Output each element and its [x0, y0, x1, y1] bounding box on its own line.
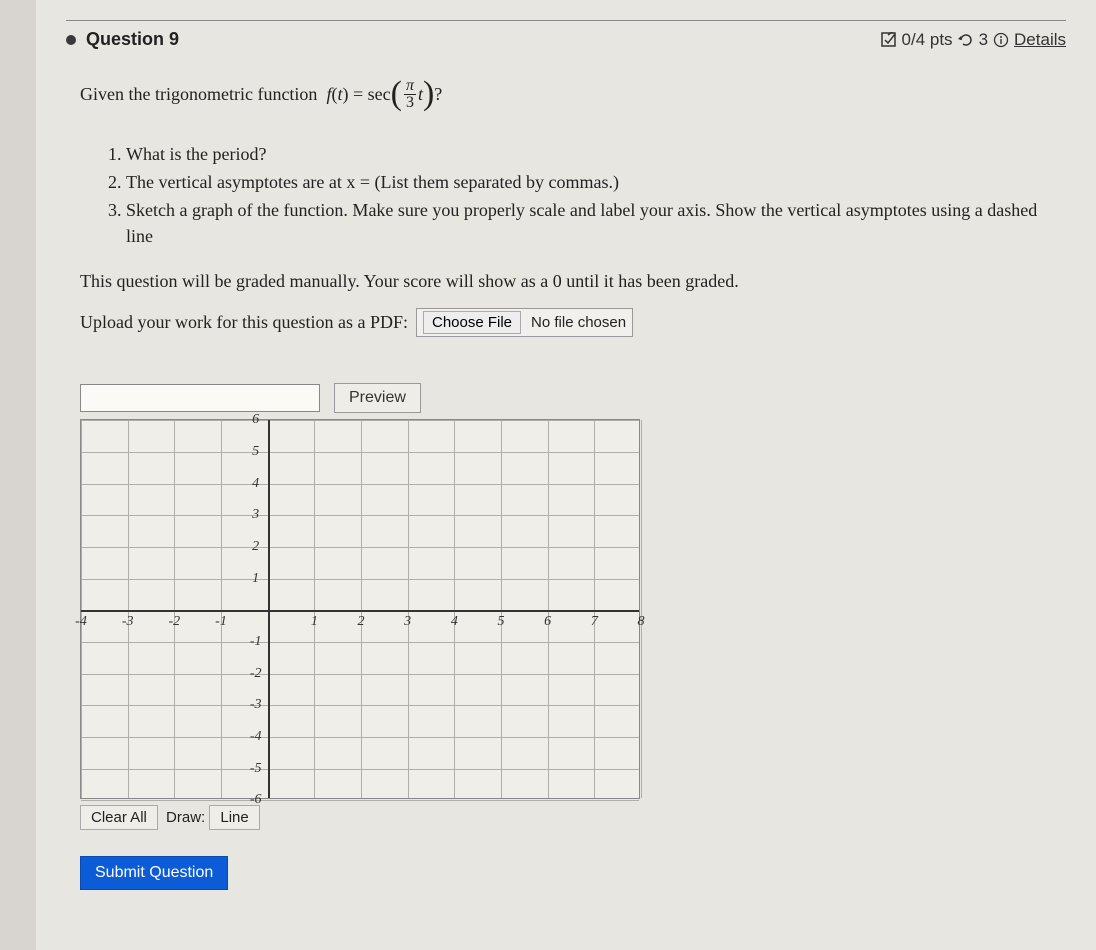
grid-line: [81, 547, 639, 548]
grid-line: [81, 800, 639, 801]
grid-line: [361, 420, 362, 798]
y-tick-label: -3: [250, 697, 262, 713]
y-tick-label: -4: [250, 729, 262, 745]
bullet-icon: [66, 35, 76, 45]
y-tick-label: -6: [250, 792, 262, 808]
grid-line: [81, 420, 639, 421]
list-item: What is the period?: [126, 141, 1066, 167]
grid-line: [81, 452, 639, 453]
points-text: 0/4 pts: [902, 30, 953, 50]
x-tick-label: -2: [168, 614, 180, 630]
grid-line: [81, 705, 639, 706]
grid-line: [501, 420, 502, 798]
question-list: What is the period? The vertical asympto…: [126, 141, 1066, 249]
grid-line: [174, 420, 175, 798]
checkbox-icon: [881, 32, 897, 48]
y-tick-label: 3: [252, 507, 259, 523]
y-tick-label: 5: [252, 444, 259, 460]
clear-all-button[interactable]: Clear All: [80, 805, 158, 830]
question-header-left: Question 9: [66, 29, 179, 50]
grid-line: [454, 420, 455, 798]
x-tick-label: -1: [215, 614, 227, 630]
file-status: No file chosen: [531, 314, 626, 331]
draw-label: Draw:: [166, 809, 205, 826]
grid-line: [81, 769, 639, 770]
grid-line: [594, 420, 595, 798]
upload-row: Upload your work for this question as a …: [80, 308, 1066, 337]
preview-button[interactable]: Preview: [334, 383, 421, 413]
y-tick-label: 1: [252, 571, 259, 587]
y-tick-label: 4: [252, 476, 259, 492]
grid-line: [81, 420, 82, 798]
grid-line: [81, 579, 639, 580]
answer-input[interactable]: [80, 384, 320, 412]
grid-line: [81, 737, 639, 738]
x-tick-label: 1: [311, 614, 318, 630]
info-icon: [993, 32, 1009, 48]
x-tick-label: 2: [358, 614, 365, 630]
x-tick-label: 4: [451, 614, 458, 630]
file-input[interactable]: Choose File No file chosen: [416, 308, 633, 337]
y-tick-label: 6: [252, 412, 259, 428]
x-tick-label: -4: [75, 614, 87, 630]
x-tick-label: -3: [122, 614, 134, 630]
grid-line: [314, 420, 315, 798]
prompt-text: Given the trigonometric function f(t) = …: [80, 78, 1066, 111]
graph-canvas[interactable]: -4-3-2-112345678-6-5-4-3-2-1123456: [80, 419, 640, 799]
x-axis: [81, 610, 639, 612]
upload-label: Upload your work for this question as a …: [80, 312, 408, 333]
grid-line: [641, 420, 642, 798]
choose-file-button[interactable]: Choose File: [423, 311, 521, 334]
y-tick-label: -1: [250, 634, 262, 650]
grading-note: This question will be graded manually. Y…: [80, 271, 1066, 292]
grid-line: [81, 515, 639, 516]
grid-line: [81, 674, 639, 675]
submit-button[interactable]: Submit Question: [80, 856, 228, 890]
grid-line: [81, 484, 639, 485]
details-link[interactable]: Details: [1014, 30, 1066, 50]
y-tick-label: -5: [250, 761, 262, 777]
x-tick-label: 7: [591, 614, 598, 630]
x-tick-label: 5: [498, 614, 505, 630]
x-tick-label: 3: [404, 614, 411, 630]
grid-line: [221, 420, 222, 798]
grid-line: [81, 642, 639, 643]
question-header-right: 0/4 pts 3 Details: [881, 30, 1066, 50]
attempts-text: 3: [979, 30, 988, 50]
x-tick-label: 8: [638, 614, 645, 630]
draw-line-button[interactable]: Line: [209, 805, 259, 830]
list-item: The vertical asymptotes are at x = (List…: [126, 169, 1066, 195]
question-label: Question 9: [86, 29, 179, 50]
grid-line: [128, 420, 129, 798]
grid-line: [408, 420, 409, 798]
retry-icon: [958, 32, 974, 48]
y-tick-label: 2: [252, 539, 259, 555]
x-tick-label: 6: [544, 614, 551, 630]
y-tick-label: -2: [250, 666, 262, 682]
grid-line: [548, 420, 549, 798]
list-item: Sketch a graph of the function. Make sur…: [126, 197, 1066, 249]
y-axis: [268, 420, 270, 798]
